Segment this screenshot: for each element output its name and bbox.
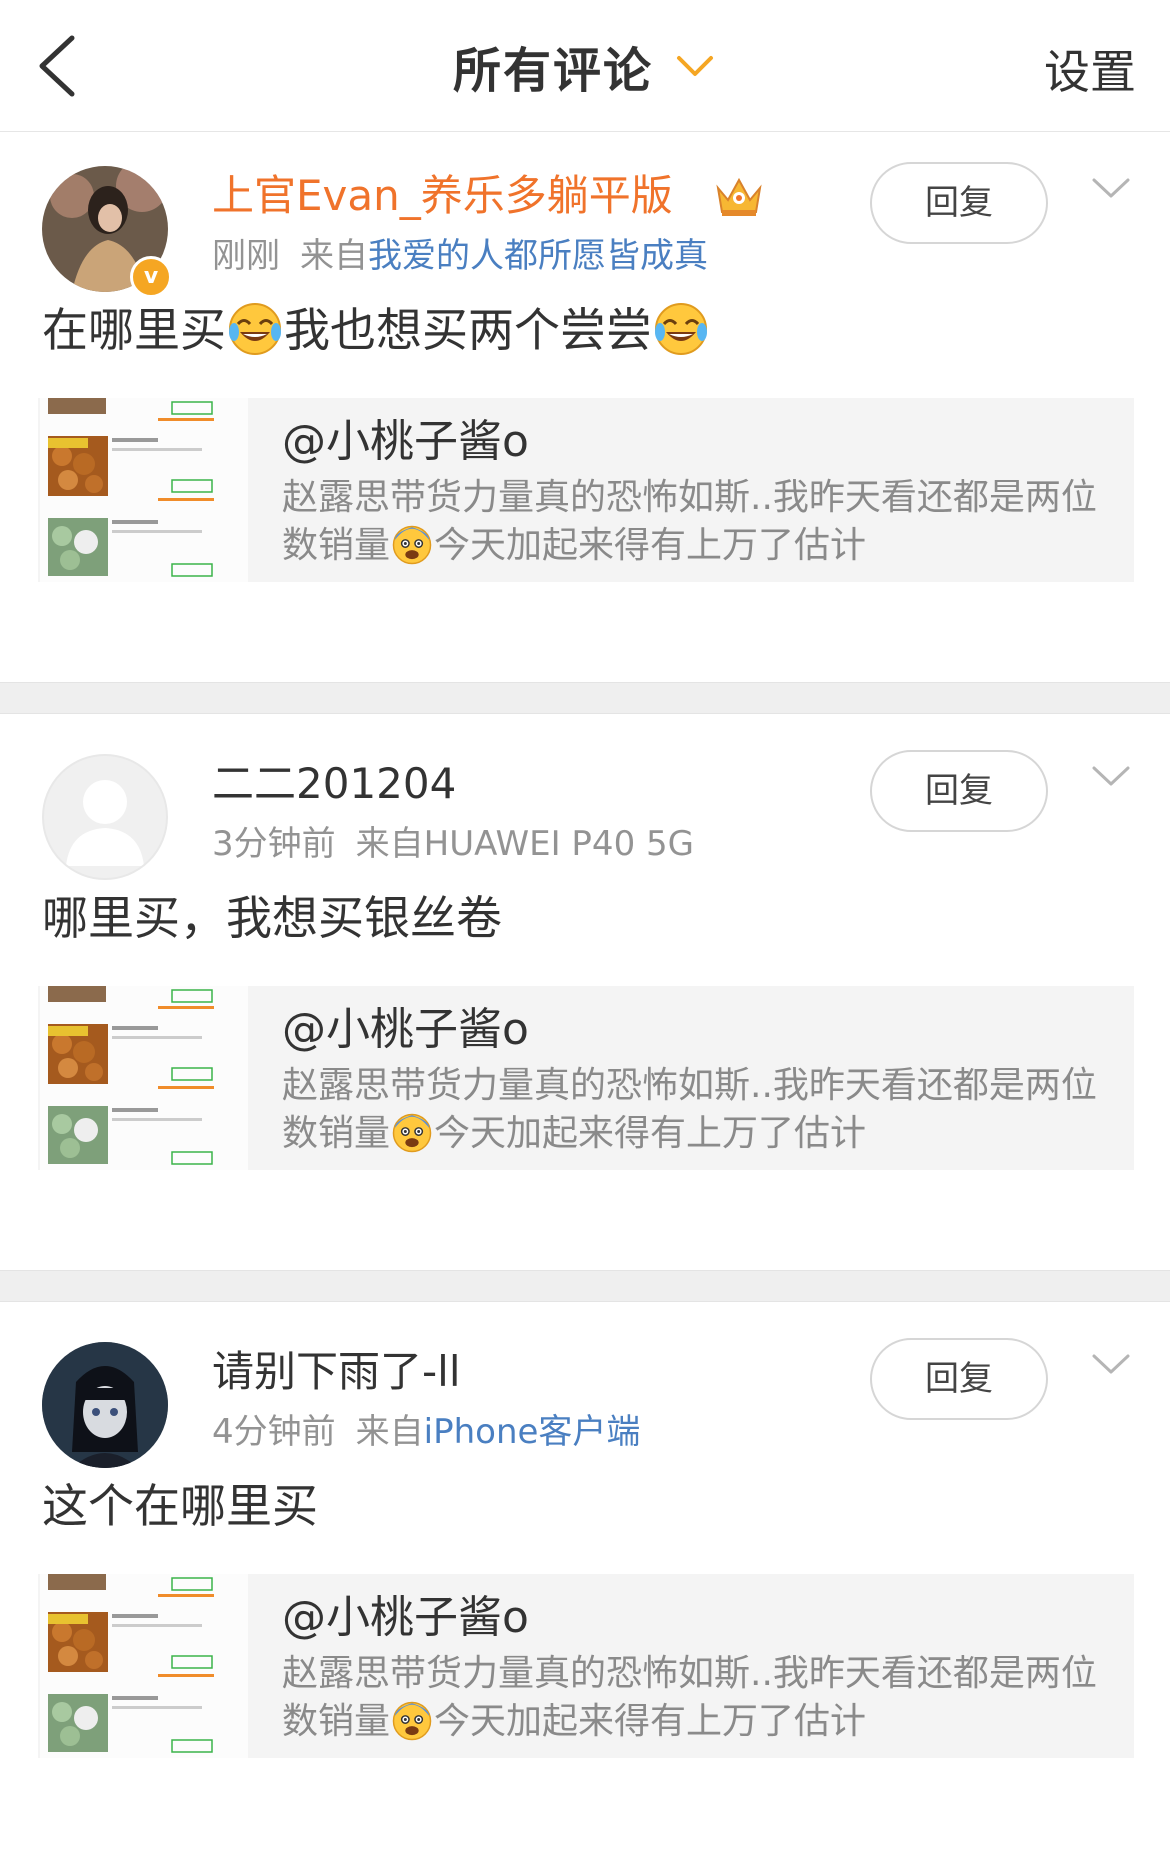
comment-item: 二二201204 3分钟前 来自HUAWEI P40 5G 回复 哪里买，我想买银… bbox=[0, 724, 1170, 1269]
quoted-post[interactable]: @小桃子酱o 赵露思带货力量真的恐怖如斯..我昨天看还都是两位数销量 今天加起来得… bbox=[38, 398, 1134, 582]
chevron-down-icon[interactable] bbox=[1088, 172, 1134, 208]
username[interactable]: 请别下雨了-ll bbox=[212, 1344, 461, 1400]
quoted-post-thumbnail bbox=[40, 398, 248, 582]
quoted-author: @小桃子酱o bbox=[282, 1004, 529, 1055]
separator bbox=[0, 682, 1170, 714]
quoted-text: 赵露思带货力量真的恐怖如斯..我昨天看还都是两位数销量 今天加起来得有上万了估计 bbox=[282, 1062, 1102, 1158]
timestamp: 3分钟前 bbox=[212, 824, 336, 864]
comment-text: 在哪里买 我也想买两个尝尝 bbox=[42, 298, 710, 362]
fearful-emoji bbox=[392, 525, 432, 565]
source-prefix: 来自 bbox=[300, 236, 368, 276]
comment-meta: 刚刚 来自我爱的人都所愿皆成真 bbox=[212, 232, 708, 280]
source-link[interactable]: 我爱的人都所愿皆成真 bbox=[368, 236, 708, 276]
quoted-text: 赵露思带货力量真的恐怖如斯..我昨天看还都是两位数销量 今天加起来得有上万了估计 bbox=[282, 474, 1102, 570]
chevron-down-icon[interactable] bbox=[1088, 1348, 1134, 1384]
fearful-emoji bbox=[392, 1701, 432, 1741]
quoted-text-part: 今天加起来得有上万了估计 bbox=[434, 1701, 867, 1742]
comment-text-part: 我也想买两个尝尝 bbox=[284, 303, 652, 357]
person-icon bbox=[66, 780, 144, 866]
avatar[interactable] bbox=[42, 754, 168, 880]
quoted-text: 赵露思带货力量真的恐怖如斯..我昨天看还都是两位数销量 今天加起来得有上万了估计 bbox=[282, 1650, 1102, 1746]
title-dropdown[interactable]: 所有评论 bbox=[0, 28, 1170, 104]
comment-text-part: 在哪里买 bbox=[42, 303, 226, 357]
settings-button[interactable]: 设置 bbox=[1044, 36, 1136, 102]
username[interactable]: 二二201204 bbox=[212, 756, 456, 812]
laughing-tears-emoji bbox=[654, 302, 708, 356]
quoted-post-thumbnail bbox=[40, 986, 248, 1170]
separator bbox=[0, 1270, 1170, 1302]
source-link[interactable]: iPhone客户端 bbox=[424, 1412, 641, 1452]
reply-button[interactable]: 回复 bbox=[870, 750, 1048, 832]
reply-button[interactable]: 回复 bbox=[870, 1338, 1048, 1420]
quoted-author: @小桃子酱o bbox=[282, 1592, 529, 1643]
verified-badge-icon: v bbox=[130, 256, 172, 298]
fearful-emoji bbox=[392, 1113, 432, 1153]
comment-meta: 3分钟前 来自HUAWEI P40 5G bbox=[212, 820, 694, 868]
quoted-post[interactable]: @小桃子酱o 赵露思带货力量真的恐怖如斯..我昨天看还都是两位数销量 今天加起来得… bbox=[38, 1574, 1134, 1758]
timestamp: 4分钟前 bbox=[212, 1412, 336, 1452]
quoted-text-part: 今天加起来得有上万了估计 bbox=[434, 525, 867, 566]
comment-item: v 上官Evan_养乐多躺平版 刚刚 来自我爱的人都所愿皆成真 回复 在哪里买 我也… bbox=[0, 136, 1170, 681]
username[interactable]: 上官Evan_养乐多躺平版 bbox=[212, 168, 673, 224]
comment-meta: 4分钟前 来自iPhone客户端 bbox=[212, 1408, 640, 1456]
source-prefix: 来自 bbox=[355, 824, 424, 864]
reply-button[interactable]: 回复 bbox=[870, 162, 1048, 244]
comment-text: 这个在哪里买 bbox=[42, 1479, 318, 1533]
quoted-post-thumbnail bbox=[40, 1574, 248, 1758]
quoted-post[interactable]: @小桃子酱o 赵露思带货力量真的恐怖如斯..我昨天看还都是两位数销量 今天加起来得… bbox=[38, 986, 1134, 1170]
quoted-author: @小桃子酱o bbox=[282, 416, 529, 467]
source-text: HUAWEI P40 5G bbox=[423, 824, 694, 864]
chevron-down-icon bbox=[677, 56, 713, 76]
chevron-down-icon[interactable] bbox=[1088, 760, 1134, 796]
page-title: 所有评论 bbox=[452, 43, 653, 99]
quoted-text-part: 今天加起来得有上万了估计 bbox=[434, 1113, 867, 1154]
comment-text: 哪里买，我想买银丝卷 bbox=[42, 891, 502, 945]
timestamp: 刚刚 bbox=[212, 236, 280, 276]
crown-icon bbox=[716, 177, 762, 216]
avatar[interactable] bbox=[42, 1342, 168, 1468]
nav-bar: 所有评论 设置 bbox=[0, 0, 1170, 132]
laughing-tears-emoji bbox=[228, 302, 282, 356]
source-prefix: 来自 bbox=[355, 1412, 424, 1452]
comment-item: 请别下雨了-ll 4分钟前 来自iPhone客户端 回复 这个在哪里买 @小桃子酱… bbox=[0, 1312, 1170, 1849]
